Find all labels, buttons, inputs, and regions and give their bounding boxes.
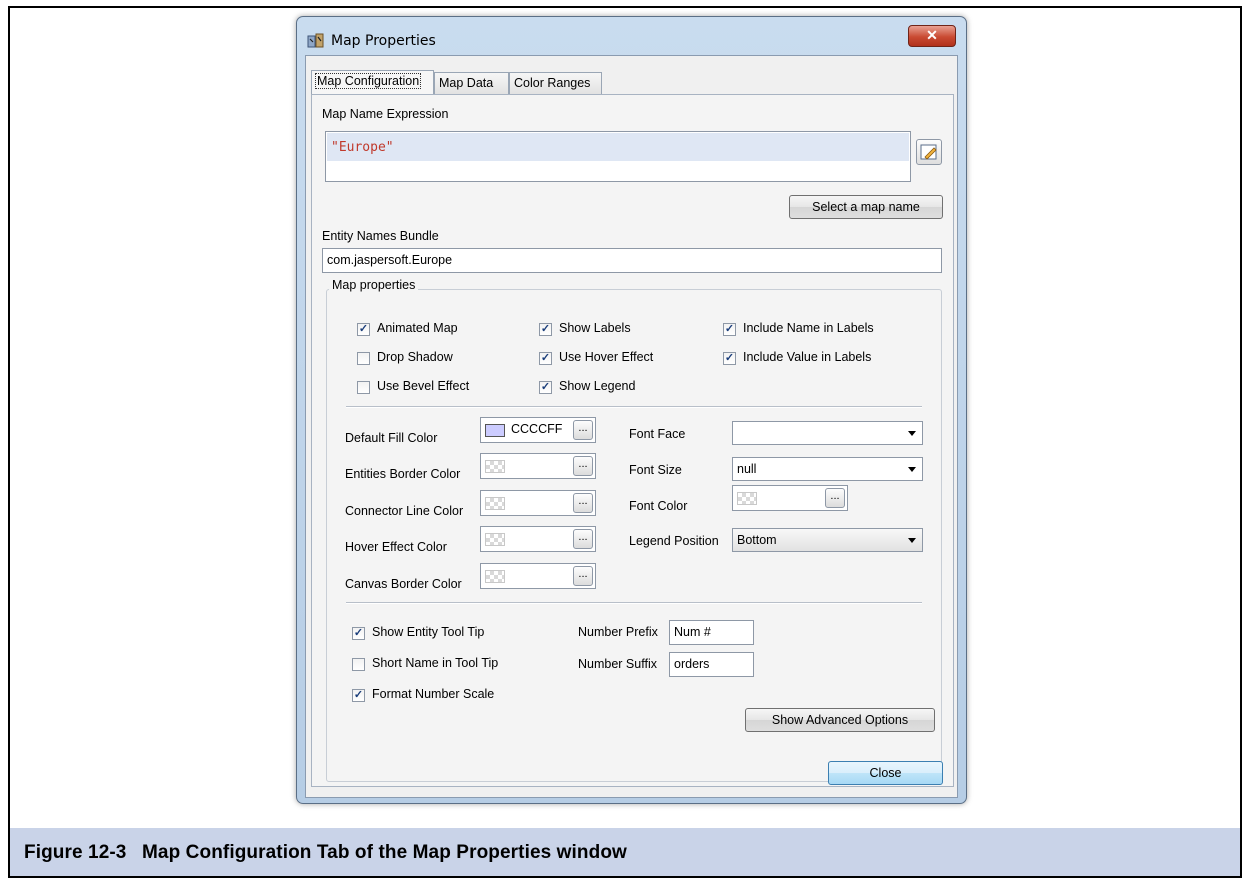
title-bar: Map Properties ✕ [297,17,966,53]
checkbox-box[interactable]: ✓ [723,352,736,365]
empty-color-swatch [485,533,505,546]
hover-effect-color-picker[interactable]: ... [480,526,596,552]
legend-position-label: Legend Position [629,534,719,548]
checkbox-box[interactable]: ✓ [357,323,370,336]
connector-line-color-label: Connector Line Color [345,504,464,518]
edit-expression-button[interactable] [916,139,942,165]
chevron-down-icon [908,538,916,543]
hover-effect-color-label: Hover Effect Color [345,540,447,554]
number-suffix-label: Number Suffix [578,657,657,671]
empty-color-swatch [485,570,505,583]
choose-color-button[interactable]: ... [573,566,593,586]
choose-color-button[interactable]: ... [573,493,593,513]
font-size-label: Font Size [629,463,682,477]
entity-names-bundle-field[interactable]: com.jaspersoft.Europe [322,248,942,273]
legend-position-value: Bottom [737,533,777,547]
number-prefix-label: Number Prefix [578,625,658,639]
font-size-value: null [737,462,757,476]
empty-color-swatch [485,460,505,473]
checkbox-label: Show Labels [559,321,631,335]
default-fill-color-label: Default Fill Color [345,431,438,445]
map-properties-dialog: Map Properties ✕ Map Configuration Map D… [296,16,967,804]
checkbox-label: Show Legend [559,379,636,393]
checkbox-box[interactable]: ✓ [539,352,552,365]
chevron-down-icon [908,467,916,472]
checkbox-box[interactable]: ✓ [352,627,365,640]
chevron-down-icon [908,431,916,436]
font-color-picker[interactable]: ... [732,485,848,511]
checkbox-box[interactable] [357,352,370,365]
connector-line-color-picker[interactable]: ... [480,490,596,516]
font-face-label: Font Face [629,427,686,441]
checkbox-label: Show Entity Tool Tip [372,625,485,639]
number-suffix-field[interactable]: orders [669,652,754,677]
checkbox-box[interactable]: ✓ [723,323,736,336]
choose-color-button[interactable]: ... [573,529,593,549]
checkbox-box[interactable] [357,381,370,394]
empty-color-swatch [737,492,757,505]
window-close-button[interactable]: ✕ [908,25,956,47]
choose-color-button[interactable]: ... [573,456,593,476]
select-map-name-button[interactable]: Select a map name [789,195,943,219]
entities-border-color-picker[interactable]: ... [480,453,596,479]
choose-color-button[interactable]: ... [573,420,593,440]
dialog-client-area: Map Configuration Map Data Color Ranges … [305,55,958,798]
tab-map-data[interactable]: Map Data [434,72,509,94]
figure-caption-bar: Figure 12-3 Map Configuration Tab of the … [8,828,1242,878]
figure-number: Figure 12-3 [24,842,127,863]
font-face-dropdown[interactable] [732,421,923,445]
choose-color-button[interactable]: ... [825,488,845,508]
close-button[interactable]: Close [828,761,943,785]
font-size-dropdown[interactable]: null [732,457,923,481]
entity-names-bundle-label: Entity Names Bundle [322,229,439,243]
color-value: CCCCFF [511,422,563,436]
tab-map-configuration[interactable]: Map Configuration [311,70,434,94]
checkbox-label: Format Number Scale [372,687,495,701]
checkbox-box[interactable]: ✓ [539,381,552,394]
separator [346,602,922,604]
checkbox-label: Use Hover Effect [559,350,654,364]
empty-color-swatch [485,497,505,510]
checkbox-label: Short Name in Tool Tip [372,656,499,670]
map-name-expression-editor[interactable]: "Europe" [325,131,911,182]
checkbox-box[interactable] [352,658,365,671]
map-name-expression-text: "Europe" [331,140,394,155]
close-icon: ✕ [926,27,938,43]
separator [346,406,922,408]
map-configuration-panel: Map Name Expression "Europe" Select a ma… [311,94,954,787]
number-prefix-field[interactable]: Num # [669,620,754,645]
checkbox-label: Include Value in Labels [743,350,872,364]
show-advanced-options-button[interactable]: Show Advanced Options [745,708,935,732]
map-name-expression-label: Map Name Expression [322,107,449,121]
default-fill-color-picker[interactable]: CCCCFF ... [480,417,596,443]
figure-caption-text: Map Configuration Tab of the Map Propert… [142,842,627,863]
canvas-border-color-label: Canvas Border Color [345,577,462,591]
legend-position-dropdown[interactable]: Bottom [732,528,923,552]
map-properties-group-title: Map properties [329,278,419,292]
tab-color-ranges[interactable]: Color Ranges [509,72,602,94]
font-color-label: Font Color [629,499,688,513]
edit-pencil-icon [920,144,937,160]
map-app-icon [307,33,324,48]
figure-caption: Figure 12-3 Map Configuration Tab of the … [24,842,627,864]
current-line-highlight [327,133,909,161]
checkbox-box[interactable]: ✓ [539,323,552,336]
checkbox-label: Use Bevel Effect [377,379,470,393]
checkbox-label: Include Name in Labels [743,321,874,335]
color-swatch [485,424,505,437]
canvas-border-color-picker[interactable]: ... [480,563,596,589]
checkbox-box[interactable]: ✓ [352,689,365,702]
checkbox-label: Drop Shadow [377,350,453,364]
checkbox-label: Animated Map [377,321,458,335]
entities-border-color-label: Entities Border Color [345,467,461,481]
window-title: Map Properties [331,33,436,49]
